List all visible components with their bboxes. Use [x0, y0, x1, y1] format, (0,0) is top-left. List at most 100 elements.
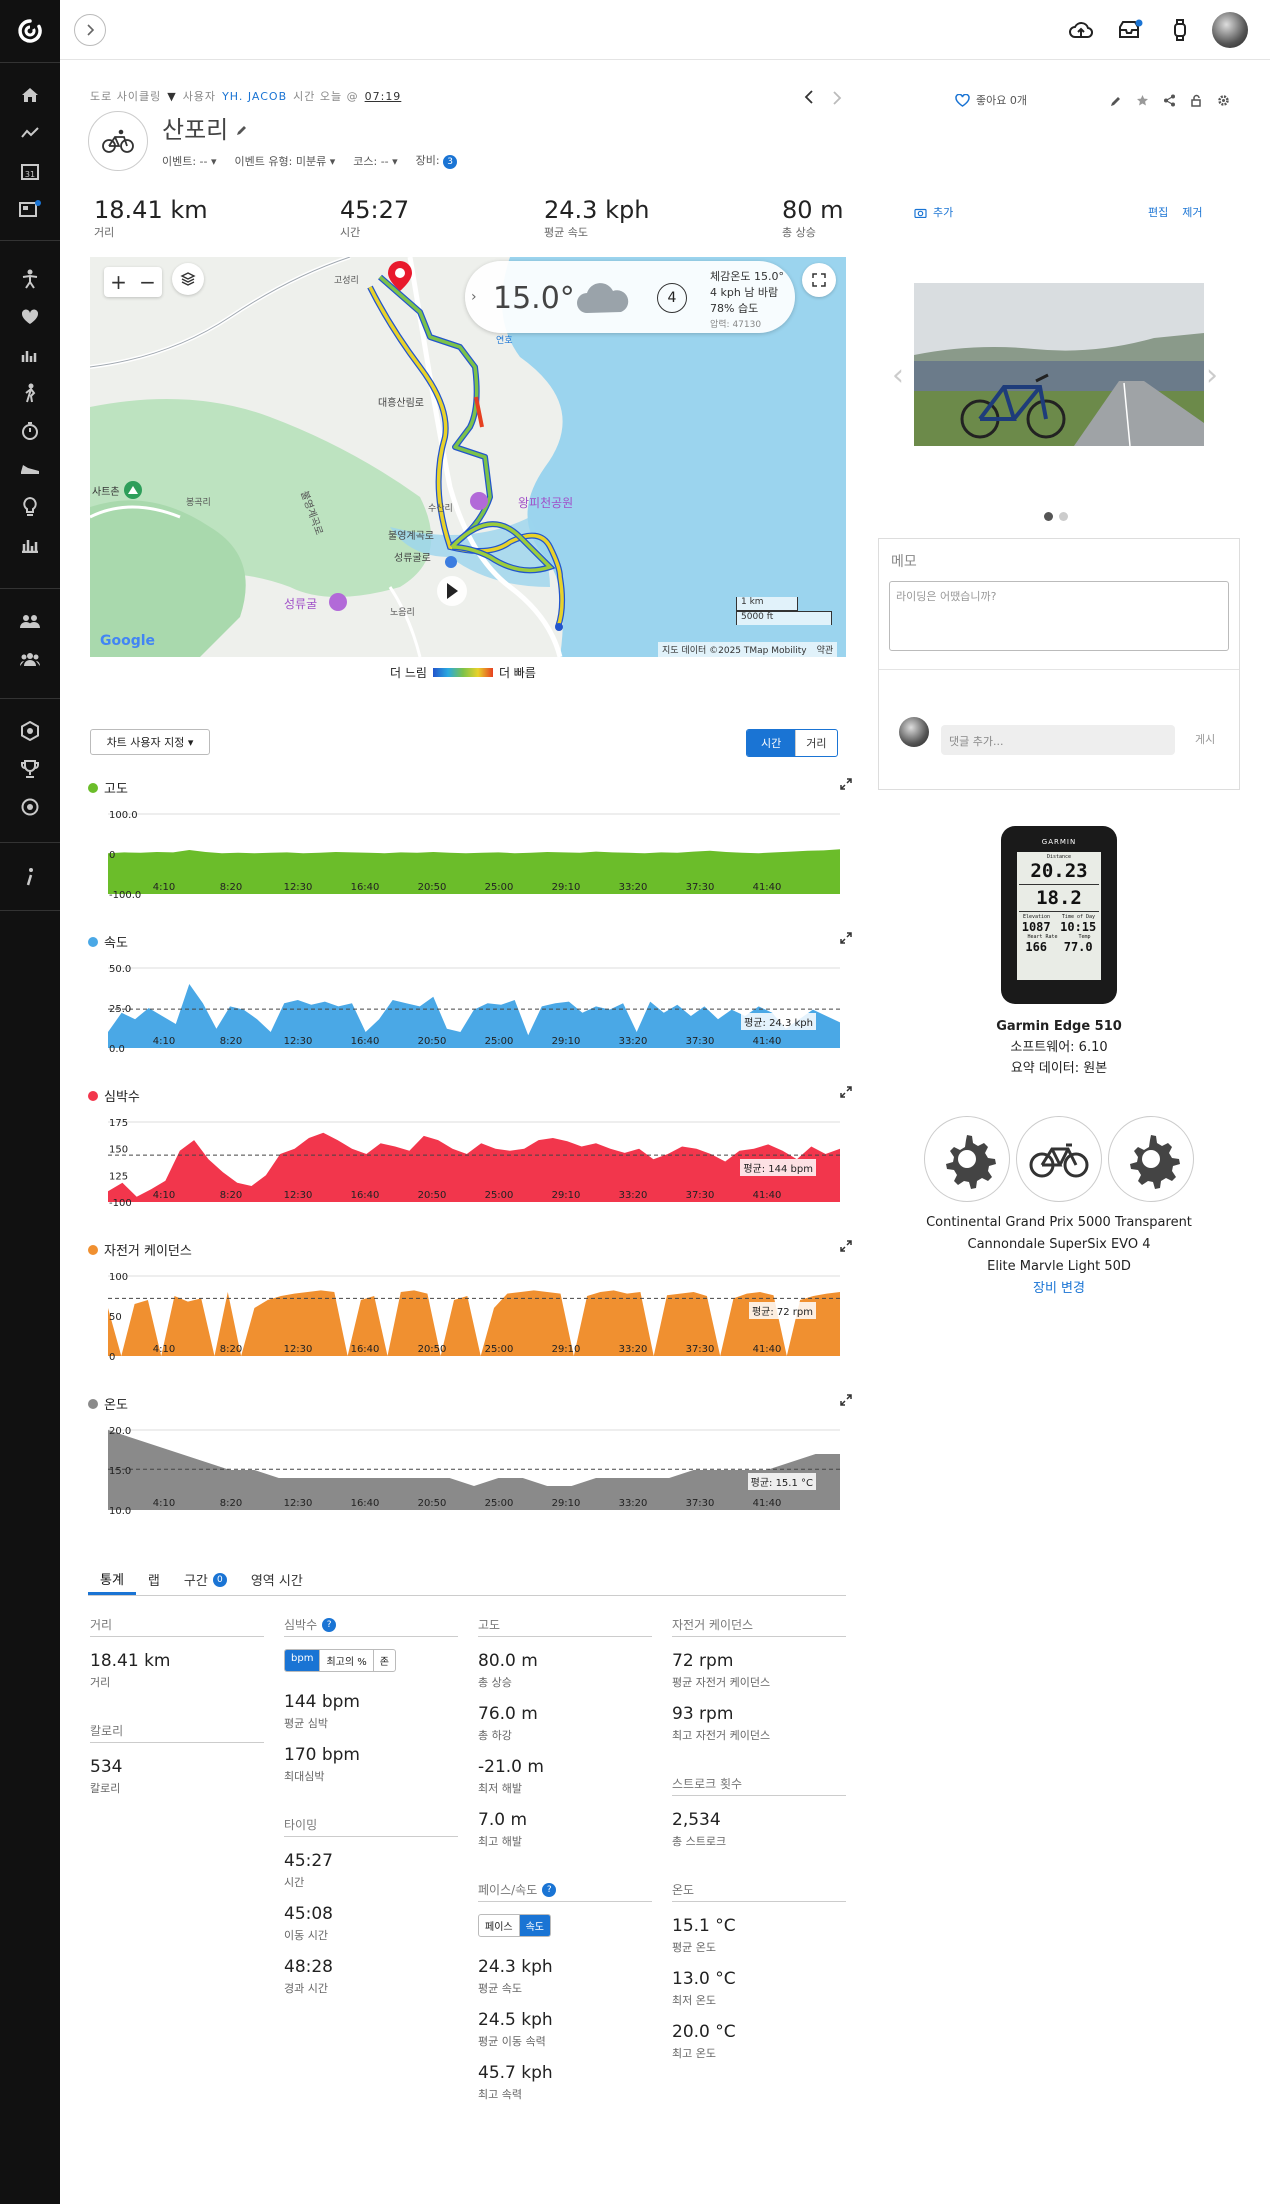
customize-charts-dropdown[interactable]: 차트 사용자 지정 ▾ [90, 729, 210, 755]
device-info: Garmin Edge 510 소프트웨어: 6.10 요약 데이터: 원본 [878, 1016, 1240, 1079]
tire-gear-icon[interactable] [924, 1116, 1010, 1202]
groups-icon[interactable] [16, 646, 44, 672]
trophy-icon[interactable] [16, 756, 44, 782]
activity-type-dropdown-icon[interactable]: ▼ [167, 90, 176, 103]
x-tick-label: 20:50 [418, 1344, 447, 1355]
max-speed-value: 45.7 kph [478, 2063, 553, 2083]
training-icon[interactable] [16, 380, 44, 406]
course-dropdown[interactable]: 코스: -- ▾ [353, 153, 397, 169]
activities-icon[interactable] [16, 266, 44, 292]
watch-device-icon[interactable] [1165, 16, 1195, 44]
activity-photo[interactable] [914, 283, 1204, 446]
activity-map[interactable]: + − › 15.0° 4 체감온도 15.0° 4 kph 남 바람 78% 습… [90, 257, 846, 657]
x-axis-distance-toggle[interactable]: 거리 [795, 730, 836, 756]
user-avatar[interactable] [1212, 12, 1248, 48]
max-hr-value: 170 bpm [284, 1745, 360, 1765]
upload-cloud-icon[interactable] [1066, 16, 1096, 44]
post-comment-button[interactable]: 게시 [1195, 731, 1215, 747]
bike-gear-icon[interactable] [1016, 1116, 1102, 1202]
tab-laps[interactable]: 랩 [136, 1564, 172, 1595]
like-button[interactable]: 좋아요 0개 [955, 92, 1027, 108]
badges-icon[interactable] [16, 718, 44, 744]
gear-item[interactable]: Cannondale SuperSix EVO 4 [878, 1234, 1240, 1256]
summary-distance: 18.41 km 거리 [94, 196, 208, 239]
change-gear-link[interactable]: 장비 변경 [878, 1278, 1240, 1300]
speed-legend: 더 느림 더 빠름 [390, 666, 536, 680]
map-zoom-out-button[interactable]: − [139, 270, 156, 294]
map-zoom-in-button[interactable]: + [110, 270, 127, 294]
expand-sidebar-button[interactable] [74, 14, 106, 46]
pace-help-icon[interactable]: ? [542, 1882, 557, 1897]
edit-photo-link[interactable]: 편집 [1148, 204, 1168, 220]
next-activity-button[interactable] [832, 90, 842, 109]
info-icon[interactable] [16, 864, 44, 890]
event-dropdown[interactable]: 이벤트: -- ▾ [162, 153, 217, 169]
chart-3[interactable]: 자전거 케이던스 100 50 0 4:10 8:20 12:30 16:40 20:50 25:… [88, 1240, 852, 1380]
reports-chart-icon[interactable] [16, 532, 44, 558]
event-type-dropdown[interactable]: 이벤트 유형: 미분류 ▾ [235, 153, 336, 169]
photo-next-arrow-icon[interactable]: › [1206, 358, 1218, 393]
tab-stats[interactable]: 통계 [88, 1564, 136, 1595]
activity-trend-icon[interactable] [16, 120, 44, 146]
garmin-connect-logo-icon[interactable] [13, 14, 47, 48]
map-terms-link[interactable]: 약관 [817, 643, 834, 656]
activity-time[interactable]: 07:19 [365, 90, 402, 103]
map-label: 연호 [496, 336, 513, 346]
x-tick-label: 25:00 [485, 1036, 514, 1047]
x-tick-label: 16:40 [351, 1036, 380, 1047]
x-tick-label: 4:10 [153, 1190, 175, 1201]
map-layers-icon[interactable] [172, 263, 204, 295]
inbox-icon[interactable] [1115, 16, 1145, 44]
insights-bulb-icon[interactable] [16, 494, 44, 520]
x-tick-label: 25:00 [485, 1190, 514, 1201]
pace-speed-toggle[interactable]: 페이스 속도 [478, 1914, 552, 1937]
chart-1[interactable]: 속도 50.0 25.0 0.0 4:10 8:20 12:30 16:40 20:50 25:0… [88, 932, 852, 1072]
add-photo-button[interactable]: 추가 [914, 204, 953, 220]
photo-dot[interactable] [1059, 512, 1068, 521]
chart-svg: 50.0 25.0 0.0 4:10 8:20 12:30 16:40 20:50 25:00 2… [108, 964, 840, 1055]
health-heart-icon[interactable] [16, 304, 44, 330]
shoe-gear-icon[interactable] [16, 456, 44, 482]
stopwatch-icon[interactable] [16, 418, 44, 444]
avg-temp-value: 15.1 °C [672, 1916, 736, 1936]
news-feed-icon[interactable] [16, 196, 44, 222]
y-tick-label: -100 [109, 1198, 132, 1209]
settings-gear-icon[interactable] [1217, 92, 1230, 111]
map-fullscreen-icon[interactable] [802, 263, 836, 297]
goals-target-icon[interactable] [16, 794, 44, 820]
comment-input[interactable]: 댓글 추가... [941, 725, 1175, 755]
performance-stats-icon[interactable] [16, 342, 44, 368]
x-tick-label: 41:40 [753, 1036, 782, 1047]
chart-0[interactable]: 고도 100.0 0 -100.0 4:10 8:20 12:30 16:40 20:50 25:… [88, 778, 852, 918]
weather-collapse-chevron-icon[interactable]: › [471, 289, 477, 305]
gear-count[interactable]: 장비: 3 [416, 152, 458, 169]
tab-time-in-zone[interactable]: 영역 시간 [239, 1564, 315, 1595]
edit-pencil-icon[interactable] [1110, 92, 1122, 111]
user-link[interactable]: YH. JACOB [222, 90, 287, 103]
prev-activity-button[interactable] [804, 90, 814, 108]
share-icon[interactable] [1163, 92, 1176, 111]
calendar-icon[interactable]: 31 [16, 158, 44, 184]
connections-icon[interactable] [16, 608, 44, 634]
hr-unit-toggle[interactable]: bpm 최고의 % 존 [284, 1649, 396, 1672]
min-temp-value: 13.0 °C [672, 1969, 736, 1989]
tab-segments[interactable]: 구간 0 [172, 1564, 239, 1595]
remove-photo-link[interactable]: 제거 [1182, 204, 1202, 220]
map-label: 봉곡리 [186, 498, 211, 508]
chart-4[interactable]: 온도 20.0 15.0 10.0 4:10 8:20 12:30 16:40 20:50 25:… [88, 1394, 852, 1534]
photo-prev-arrow-icon[interactable]: ‹ [892, 358, 904, 393]
favorite-star-icon[interactable] [1136, 92, 1149, 111]
privacy-lock-icon[interactable] [1190, 92, 1203, 111]
x-tick-label: 33:20 [619, 1344, 648, 1355]
gear-item[interactable]: Continental Grand Prix 5000 Transparent [878, 1212, 1240, 1234]
hr-help-icon[interactable]: ? [322, 1617, 337, 1632]
x-axis-time-toggle[interactable]: 시간 [747, 730, 796, 756]
edit-title-pencil-icon[interactable] [236, 114, 248, 142]
memo-textarea[interactable]: 라이딩은 어땠습니까? [889, 581, 1229, 651]
home-icon[interactable] [16, 82, 44, 108]
gear-item[interactable]: Elite Marvle Light 50D [878, 1256, 1240, 1278]
photo-dot-active[interactable] [1044, 512, 1053, 521]
trainer-gear-icon[interactable] [1108, 1116, 1194, 1202]
chart-2[interactable]: 심박수 175 150 125 -100 4:10 8:20 12:30 16:40 20:50 2… [88, 1086, 852, 1226]
x-tick-label: 20:50 [418, 1190, 447, 1201]
